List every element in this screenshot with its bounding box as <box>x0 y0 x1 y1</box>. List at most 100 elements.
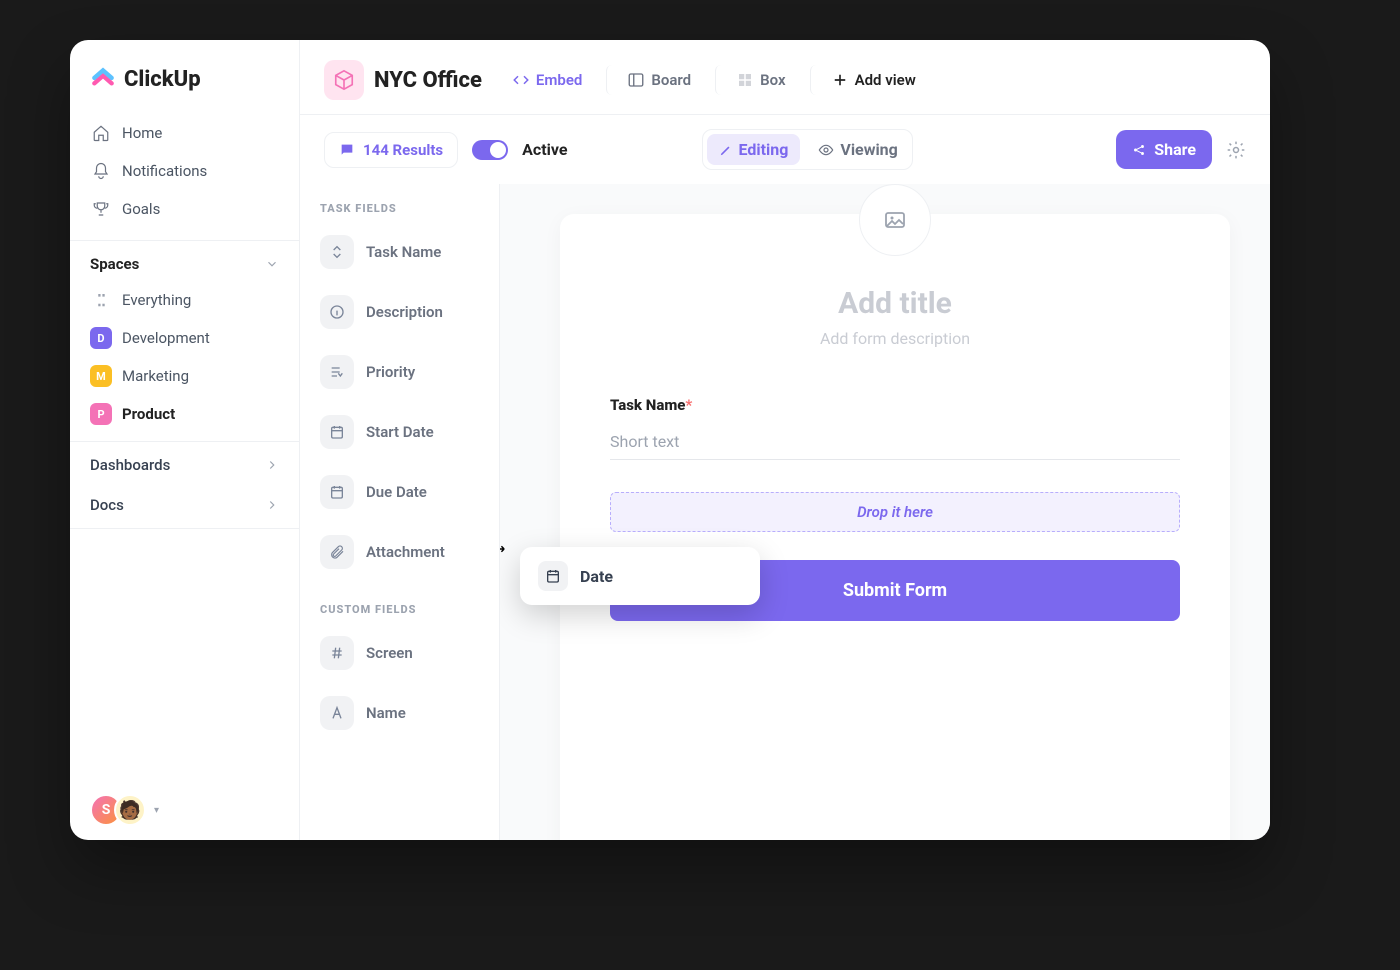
field-attachment[interactable]: Attachment <box>316 527 483 587</box>
share-icon <box>1132 143 1146 157</box>
tab-embed[interactable]: Embed <box>502 65 592 95</box>
spaces-header[interactable]: Spaces <box>70 240 299 281</box>
view-subheader: 144 Results Active Editing Viewing Share <box>300 115 1270 184</box>
dashboards-label: Dashboards <box>90 456 170 474</box>
home-icon <box>92 124 110 142</box>
code-icon <box>512 71 530 89</box>
space-product[interactable]: P Product <box>70 395 299 433</box>
field-label: Due Date <box>366 483 427 501</box>
required-marker: * <box>685 396 692 414</box>
workspace-switcher[interactable]: S 🧑🏾 ▾ <box>70 780 299 840</box>
field-label: Start Date <box>366 423 434 441</box>
tab-label: Box <box>760 71 785 89</box>
bell-icon <box>92 162 110 180</box>
sidebar: ClickUp Home Notifications Goals Spaces … <box>70 40 300 840</box>
brand-name: ClickUp <box>124 67 201 92</box>
field-label: Attachment <box>366 543 445 561</box>
plus-icon <box>831 71 849 89</box>
mode-viewing[interactable]: Viewing <box>804 132 911 167</box>
space-badge: M <box>90 365 112 387</box>
everything-icon: ⁚⁚ <box>90 289 112 311</box>
name-icon <box>320 235 354 269</box>
space-icon-badge[interactable] <box>324 60 364 100</box>
form-title-input[interactable]: Add title <box>610 286 1180 321</box>
chat-icon <box>339 142 355 158</box>
space-everything[interactable]: ⁚⁚ Everything <box>70 281 299 319</box>
trophy-icon <box>92 200 110 218</box>
field-label: Task Name <box>366 243 441 261</box>
share-button[interactable]: Share <box>1116 130 1212 169</box>
form-field-task-name[interactable]: Task Name* Short text <box>610 396 1180 460</box>
add-cover-button[interactable] <box>859 184 931 256</box>
avatar-stack: S 🧑🏾 <box>90 794 146 826</box>
app-window: ClickUp Home Notifications Goals Spaces … <box>70 40 1270 840</box>
calendar-icon <box>320 415 354 449</box>
calendar-icon <box>320 475 354 509</box>
tab-add-view[interactable]: Add view <box>810 65 926 95</box>
nav-label: Home <box>122 124 162 142</box>
attach-icon <box>320 535 354 569</box>
tab-label: Embed <box>536 71 582 89</box>
eye-icon <box>818 142 834 158</box>
info-icon <box>320 295 354 329</box>
space-label: Marketing <box>122 367 189 385</box>
caret-down-icon: ▾ <box>154 805 159 816</box>
field-screen[interactable]: Screen <box>316 628 483 688</box>
mode-editing[interactable]: Editing <box>707 134 801 165</box>
body-split: TASK FIELDS Task Name Description Priori… <box>300 184 1270 840</box>
drag-field-chip[interactable]: Date <box>520 547 760 605</box>
brand-logo[interactable]: ClickUp <box>70 58 299 110</box>
form-canvas: Add title Add form description Task Name… <box>500 184 1270 840</box>
tab-label: Add view <box>855 71 916 89</box>
gear-icon[interactable] <box>1226 140 1246 160</box>
tab-board[interactable]: Board <box>606 65 701 95</box>
space-marketing[interactable]: M Marketing <box>70 357 299 395</box>
drop-zone[interactable]: Drop it here <box>610 492 1180 532</box>
chevron-right-icon <box>265 458 279 472</box>
chevron-right-icon <box>265 498 279 512</box>
clickup-logo-icon <box>90 66 116 92</box>
hash-icon <box>320 636 354 670</box>
view-header: NYC Office Embed Board Box Add view <box>300 40 1270 115</box>
docs-label: Docs <box>90 496 124 514</box>
nav-home[interactable]: Home <box>78 114 291 152</box>
pencil-icon <box>719 143 733 157</box>
spaces-header-label: Spaces <box>90 255 139 273</box>
form-field-label: Task Name* <box>610 396 1180 414</box>
space-label: Product <box>122 405 175 423</box>
share-label: Share <box>1154 140 1196 159</box>
field-name[interactable]: Name <box>316 688 483 748</box>
field-start-date[interactable]: Start Date <box>316 407 483 467</box>
nav-docs[interactable]: Docs <box>70 482 299 529</box>
field-description[interactable]: Description <box>316 287 483 347</box>
tab-box[interactable]: Box <box>715 65 795 95</box>
mode-segment: Editing Viewing <box>702 129 913 170</box>
space-badge: D <box>90 327 112 349</box>
form-description-input[interactable]: Add form description <box>610 329 1180 348</box>
field-due-date[interactable]: Due Date <box>316 467 483 527</box>
letter-icon <box>320 696 354 730</box>
form-field-input[interactable]: Short text <box>610 424 1180 460</box>
mode-label: Viewing <box>840 140 897 159</box>
avatar: 🧑🏾 <box>114 794 146 826</box>
nav-label: Goals <box>122 200 160 218</box>
tab-label: Board <box>651 71 691 89</box>
field-priority[interactable]: Priority <box>316 347 483 407</box>
space-badge: P <box>90 403 112 425</box>
nav-notifications[interactable]: Notifications <box>78 152 291 190</box>
field-task-name[interactable]: Task Name <box>316 227 483 287</box>
primary-nav: Home Notifications Goals <box>70 110 299 232</box>
results-count: 144 Results <box>363 141 443 159</box>
space-title[interactable]: NYC Office <box>374 68 482 93</box>
cube-icon <box>333 69 355 91</box>
results-pill[interactable]: 144 Results <box>324 132 458 168</box>
field-label: Screen <box>366 644 413 662</box>
space-development[interactable]: D Development <box>70 319 299 357</box>
priority-icon <box>320 355 354 389</box>
active-toggle[interactable] <box>472 140 508 160</box>
form-card: Add title Add form description Task Name… <box>560 214 1230 840</box>
nav-goals[interactable]: Goals <box>78 190 291 228</box>
mode-label: Editing <box>739 140 789 159</box>
nav-dashboards[interactable]: Dashboards <box>70 441 299 482</box>
drag-field-label: Date <box>580 567 613 586</box>
